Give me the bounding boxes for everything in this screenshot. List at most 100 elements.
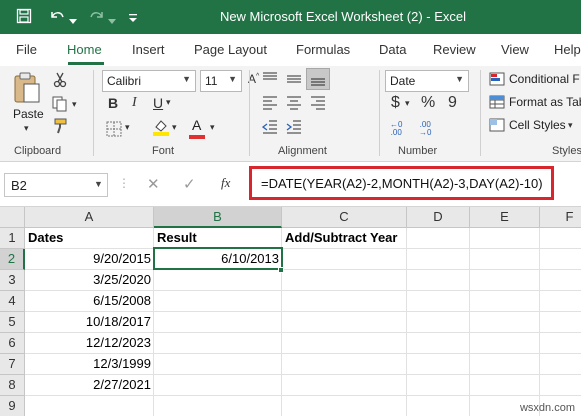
- cell-a8[interactable]: 2/27/2021: [25, 375, 154, 396]
- format-as-table-icon[interactable]: [489, 95, 505, 112]
- tab-formulas[interactable]: Formulas: [296, 42, 350, 57]
- row-header-8[interactable]: 8: [0, 375, 25, 396]
- row-header-4[interactable]: 4: [0, 291, 25, 312]
- decrease-decimal-icon[interactable]: .00 →0: [419, 121, 431, 137]
- paste-button-label[interactable]: Paste: [13, 107, 44, 121]
- bottom-align-button[interactable]: [306, 68, 330, 90]
- font-size-value: 11: [205, 74, 218, 88]
- active-tab-indicator: [68, 62, 104, 65]
- format-painter-icon[interactable]: [53, 118, 69, 137]
- borders-dropdown-icon[interactable]: ▾: [125, 122, 130, 133]
- tab-view[interactable]: View: [501, 42, 529, 57]
- clipboard-group-label: Clipboard: [14, 145, 62, 157]
- align-left-icon[interactable]: [262, 96, 278, 113]
- column-header-e[interactable]: E: [470, 207, 540, 228]
- number-format-value: Date: [390, 74, 416, 88]
- tab-home[interactable]: Home: [67, 42, 102, 57]
- currency-button[interactable]: $: [391, 94, 400, 112]
- cell-a5[interactable]: 10/18/2017: [25, 312, 154, 333]
- watermark: wsxdn.com: [519, 402, 575, 414]
- currency-dropdown-icon[interactable]: ▾: [405, 98, 410, 109]
- column-header-b[interactable]: B: [154, 207, 282, 228]
- insert-function-icon[interactable]: fx: [221, 175, 230, 191]
- row-header-9[interactable]: 9: [0, 396, 25, 416]
- cell-a3[interactable]: 3/25/2020: [25, 270, 154, 291]
- copy-icon[interactable]: [52, 96, 70, 115]
- top-align-icon[interactable]: [262, 72, 278, 89]
- cell-a4[interactable]: 6/15/2008: [25, 291, 154, 312]
- row-header-2[interactable]: 2: [0, 249, 25, 270]
- font-size-select[interactable]: 11 ▼: [200, 70, 242, 92]
- underline-button[interactable]: U: [153, 95, 163, 111]
- format-as-table-button[interactable]: Format as Tab: [509, 95, 581, 109]
- comma-style-button[interactable]: 9: [448, 94, 457, 112]
- cell-styles-dropdown-icon[interactable]: ▾: [568, 120, 573, 131]
- column-header-c[interactable]: C: [282, 207, 407, 228]
- borders-icon[interactable]: [106, 121, 122, 140]
- bold-button[interactable]: B: [108, 95, 118, 111]
- chevron-down-icon: ▼: [182, 74, 191, 84]
- name-box[interactable]: B2: [4, 173, 108, 197]
- cell-a2[interactable]: 9/20/2015: [25, 249, 154, 270]
- middle-align-icon[interactable]: [286, 72, 302, 89]
- cell-a7[interactable]: 12/3/1999: [25, 354, 154, 375]
- name-box-dropdown-icon[interactable]: ▼: [94, 179, 103, 189]
- group-divider: [249, 70, 250, 156]
- tab-insert[interactable]: Insert: [132, 42, 165, 57]
- row-header-5[interactable]: 5: [0, 312, 25, 333]
- cell-styles-button[interactable]: Cell Styles: [509, 118, 566, 132]
- cell-b1[interactable]: Result: [154, 228, 282, 249]
- font-group-label: Font: [152, 145, 175, 157]
- percent-button[interactable]: %: [421, 94, 435, 112]
- bottom-align-icon: [311, 78, 325, 86]
- conditional-formatting-icon[interactable]: [489, 72, 505, 89]
- select-all-corner[interactable]: [0, 207, 25, 228]
- font-color-dropdown-icon[interactable]: ▾: [210, 122, 215, 133]
- row-header-7[interactable]: 7: [0, 354, 25, 375]
- row-header-3[interactable]: 3: [0, 270, 25, 291]
- tab-data[interactable]: Data: [379, 42, 406, 57]
- cut-icon[interactable]: [53, 72, 67, 91]
- tab-file[interactable]: File: [16, 42, 37, 57]
- cell-styles-icon[interactable]: [489, 118, 505, 135]
- paste-dropdown-icon[interactable]: ▾: [24, 123, 29, 134]
- fill-color-dropdown-icon[interactable]: ▾: [172, 122, 177, 133]
- font-color-swatch: [189, 135, 205, 139]
- align-center-icon[interactable]: [286, 96, 302, 113]
- cell-a1[interactable]: Dates: [25, 228, 154, 249]
- column-header-d[interactable]: D: [407, 207, 470, 228]
- decrease-indent-icon[interactable]: [261, 120, 278, 137]
- font-name-select[interactable]: Calibri ▼: [102, 70, 196, 92]
- underline-dropdown-icon[interactable]: ▾: [166, 97, 171, 108]
- increase-decimal-icon[interactable]: ←0.00: [390, 121, 402, 137]
- cell-c1[interactable]: Add/Subtract Year: [282, 228, 407, 249]
- font-name-value: Calibri: [107, 74, 142, 88]
- row-header-1[interactable]: 1: [0, 228, 25, 249]
- row-header-6[interactable]: 6: [0, 333, 25, 354]
- fill-color-icon[interactable]: [152, 118, 170, 139]
- confirm-entry-icon[interactable]: ✓: [183, 175, 196, 193]
- cell-a6[interactable]: 12/12/2023: [25, 333, 154, 354]
- column-header-f[interactable]: F: [540, 207, 581, 228]
- copy-dropdown-icon[interactable]: ▾: [72, 99, 77, 110]
- chevron-down-icon: ▼: [228, 74, 237, 84]
- window-title: New Microsoft Excel Worksheet (2) - Exce…: [219, 9, 467, 24]
- cancel-entry-icon[interactable]: ✕: [147, 175, 160, 193]
- worksheet-grid: A B C D E F 1 2 3 4 5 6 7 8 9 Dates Resu…: [0, 207, 581, 416]
- number-format-select[interactable]: Date ▼: [385, 70, 469, 92]
- tab-review[interactable]: Review: [433, 42, 476, 57]
- font-color-button[interactable]: A: [192, 117, 201, 133]
- group-divider: [480, 70, 481, 156]
- fill-handle[interactable]: [278, 267, 284, 273]
- tab-help[interactable]: Help: [554, 42, 581, 57]
- paste-icon[interactable]: [12, 72, 42, 107]
- font-color-letter: A: [192, 117, 202, 133]
- conditional-formatting-button[interactable]: Conditional F: [509, 72, 580, 86]
- column-header-a[interactable]: A: [25, 207, 154, 228]
- active-cell-outline: [153, 247, 283, 270]
- increase-indent-icon[interactable]: [286, 120, 302, 137]
- tab-page-layout[interactable]: Page Layout: [194, 42, 267, 57]
- italic-button[interactable]: I: [132, 95, 137, 111]
- align-right-icon[interactable]: [310, 96, 326, 113]
- formula-input[interactable]: =DATE(YEAR(A2)-2,MONTH(A2)-3,DAY(A2)-10): [261, 176, 543, 191]
